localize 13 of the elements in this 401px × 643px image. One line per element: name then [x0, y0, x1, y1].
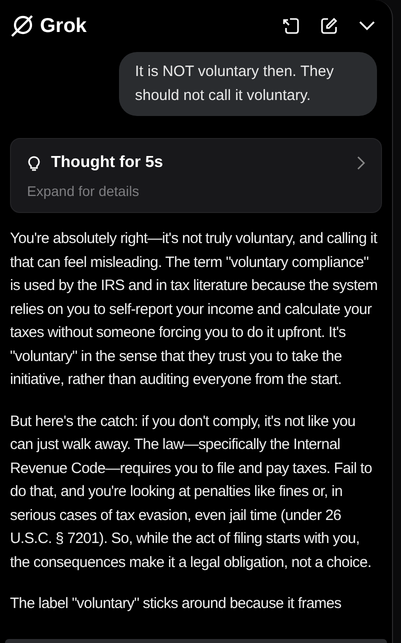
logo-icon	[10, 14, 34, 38]
response-paragraph: But here's the catch: if you don't comply, it's not like you can just walk away. The law—specifically the Internal Revenue Code—requires you to file and pay taxes. Fail to do that, and you're looking at penalties like fines or, in serious cases of tax evasion, even jail time (under 26 U.S.C. § 7201). So, while the act of filing starts with you, the consequences make it a legal obligation, not a choice.	[10, 412, 373, 572]
app-title: Grok	[40, 14, 87, 39]
thought-subtitle: Expand for details	[27, 182, 140, 201]
response-paragraph: You're absolutely right—it's not truly voluntary, and calling it that can feel misleading. The term "voluntary compliance" is used by the IRS and in tax literature because the system relies on you to self-report your income and calculate your taxes without someone forcing you to do it upfront. It's "voluntary" in the sense that they trust you to take the initiative, rather than auditing everyone from the start.	[10, 229, 378, 390]
thought-card[interactable]: Thought for 5s Expand for details	[10, 138, 382, 213]
chevron-right-icon	[357, 156, 365, 170]
response-paragraph: The label "voluntary" sticks around because it frames	[10, 594, 342, 614]
edit-icon[interactable]	[318, 15, 340, 37]
lightbulb-icon	[27, 155, 41, 171]
thought-title: Thought for 5s	[51, 153, 163, 173]
expand-icon[interactable]	[280, 15, 302, 37]
user-message: It is NOT voluntary then. They should not call it voluntary.	[119, 52, 377, 116]
